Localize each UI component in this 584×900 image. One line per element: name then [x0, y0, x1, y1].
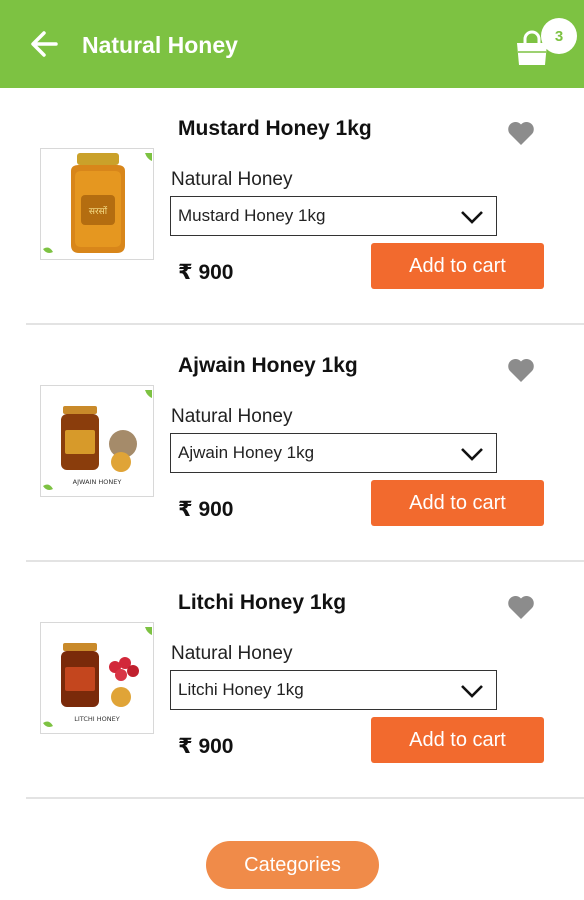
variant-select[interactable]: Litchi Honey 1kg: [170, 670, 497, 710]
variant-value: Litchi Honey 1kg: [178, 680, 304, 699]
jar-label-text: सरसों: [89, 205, 108, 217]
heart-icon: [508, 121, 534, 145]
chevron-down-icon: [460, 208, 484, 226]
add-to-cart-button[interactable]: Add to cart: [371, 717, 544, 763]
favorite-button[interactable]: [506, 355, 536, 385]
jar-label-text: AJWAIN HONEY: [73, 478, 122, 486]
product-price: ₹ 900: [178, 261, 234, 284]
chevron-down-icon: [460, 445, 484, 463]
chevron-down-icon: [460, 682, 484, 700]
product-image: सरसों: [40, 148, 154, 260]
favorite-button[interactable]: [506, 592, 536, 622]
product-card[interactable]: LITCHI HONEY Litchi Honey 1kg Natural Ho…: [0, 562, 584, 799]
heart-icon: [508, 595, 534, 619]
arrow-left-icon: [31, 31, 58, 57]
product-list: सरसों Mustard Honey 1kg Natural Honey Mu…: [0, 88, 584, 828]
product-image: LITCHI HONEY: [40, 622, 154, 734]
product-price: ₹ 900: [178, 498, 234, 521]
app-bar: Natural Honey 3: [0, 0, 584, 88]
product-brand: Natural Honey: [171, 169, 293, 190]
add-to-cart-button[interactable]: Add to cart: [371, 243, 544, 289]
product-brand: Natural Honey: [171, 643, 293, 664]
heart-icon: [508, 358, 534, 382]
variant-select[interactable]: Ajwain Honey 1kg: [170, 433, 497, 473]
favorite-button[interactable]: [506, 118, 536, 148]
variant-value: Ajwain Honey 1kg: [178, 443, 315, 462]
product-brand: Natural Honey: [171, 406, 293, 427]
product-price: ₹ 900: [178, 735, 234, 758]
add-to-cart-button[interactable]: Add to cart: [371, 480, 544, 526]
product-name: Mustard Honey 1kg: [178, 117, 372, 140]
product-card[interactable]: सरसों Mustard Honey 1kg Natural Honey Mu…: [0, 88, 584, 325]
product-image: AJWAIN HONEY: [40, 385, 154, 497]
variant-value: Mustard Honey 1kg: [178, 206, 326, 225]
product-card[interactable]: AJWAIN HONEY Ajwain Honey 1kg Natural Ho…: [0, 325, 584, 562]
back-button[interactable]: [26, 26, 62, 62]
product-name: Ajwain Honey 1kg: [178, 354, 358, 377]
categories-button[interactable]: Categories: [206, 841, 379, 889]
divider: [26, 797, 584, 799]
jar-label-text: LITCHI HONEY: [74, 715, 120, 723]
product-name: Litchi Honey 1kg: [178, 591, 347, 614]
cart-count-badge: 3: [541, 18, 577, 54]
variant-select[interactable]: Mustard Honey 1kg: [170, 196, 497, 236]
page-title: Natural Honey: [82, 32, 238, 58]
